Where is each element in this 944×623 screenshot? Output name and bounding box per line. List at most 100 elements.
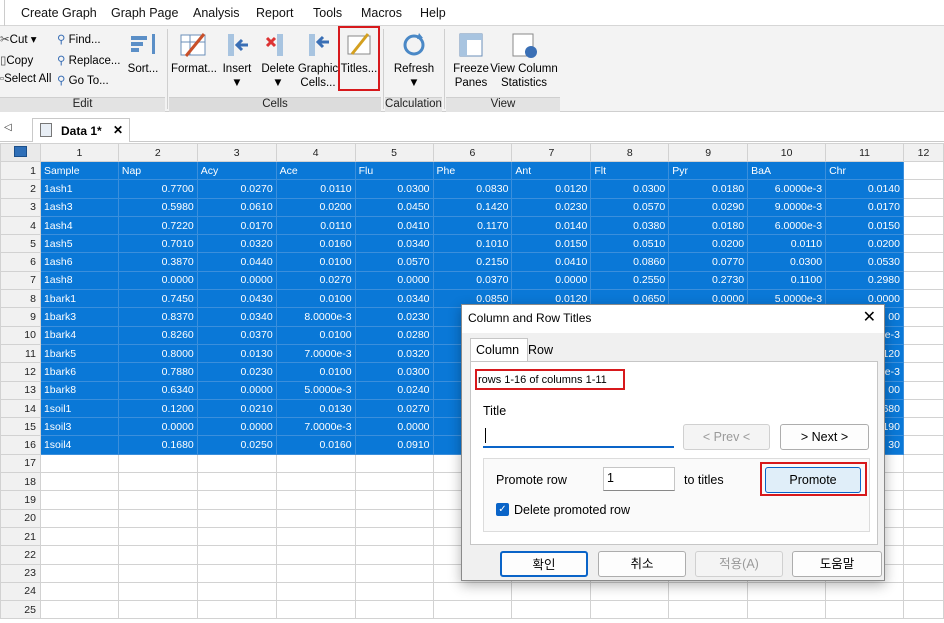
table-cell[interactable] (902, 398, 944, 419)
table-cell[interactable]: 0.3870 (117, 252, 198, 272)
table-cell[interactable]: 1bark3 (39, 307, 119, 327)
column-header[interactable]: 10 (747, 143, 827, 162)
table-cell[interactable] (747, 600, 827, 620)
table-cell[interactable]: 0.0180 (668, 215, 749, 236)
table-cell[interactable]: 0.0370 (432, 270, 513, 291)
tab-column[interactable]: Column (470, 338, 528, 362)
table-cell[interactable]: 0.7450 (117, 289, 198, 309)
table-cell[interactable]: 1bark8 (39, 380, 119, 400)
table-cell[interactable] (354, 508, 434, 528)
promote-button[interactable]: Promote (765, 467, 861, 493)
table-cell[interactable] (275, 472, 356, 492)
table-cell[interactable] (39, 581, 119, 602)
table-cell[interactable]: 0.0570 (590, 197, 670, 217)
table-cell[interactable] (196, 472, 277, 492)
table-cell[interactable]: 0.0110 (747, 234, 827, 254)
table-cell[interactable]: 0.0200 (668, 234, 749, 254)
table-cell[interactable] (902, 252, 944, 272)
table-cell[interactable]: 0.0410 (511, 252, 592, 272)
view-column-statistics-button[interactable]: View Column Statistics (490, 30, 558, 90)
table-cell[interactable]: 0.7700 (117, 179, 198, 199)
table-cell[interactable]: 1ash6 (39, 252, 119, 272)
table-cell[interactable]: 0.0610 (196, 197, 277, 217)
table-cell[interactable]: 0.0270 (196, 179, 277, 199)
table-cell[interactable]: 0.0000 (354, 417, 434, 437)
table-cell[interactable] (825, 600, 904, 620)
column-header[interactable]: 5 (354, 143, 434, 162)
table-cell[interactable]: 0.0340 (354, 289, 434, 309)
table-cell[interactable] (902, 343, 944, 364)
table-cell[interactable] (590, 600, 670, 620)
row-header[interactable]: 12 (0, 362, 41, 382)
table-cell[interactable]: BaA (747, 160, 827, 181)
table-cell[interactable] (902, 362, 944, 382)
table-cell[interactable] (432, 581, 513, 602)
menu-macros[interactable]: Macros (361, 6, 402, 20)
next-button[interactable]: > Next > (780, 424, 869, 450)
table-cell[interactable]: 0.0410 (354, 215, 434, 236)
table-cell[interactable]: 0.1170 (432, 215, 513, 236)
table-cell[interactable] (117, 545, 198, 565)
table-cell[interactable]: 1soil3 (39, 417, 119, 437)
row-header[interactable]: 22 (0, 545, 41, 565)
table-cell[interactable] (902, 600, 944, 620)
table-cell[interactable] (902, 435, 944, 455)
table-cell[interactable] (902, 215, 944, 236)
row-header[interactable]: 6 (0, 252, 41, 272)
table-cell[interactable] (354, 490, 434, 510)
table-cell[interactable]: 1ash3 (39, 197, 119, 217)
table-cell[interactable] (432, 600, 513, 620)
table-cell[interactable]: 6.0000e-3 (747, 215, 827, 236)
row-header[interactable]: 8 (0, 289, 41, 309)
table-cell[interactable] (196, 453, 277, 474)
table-cell[interactable]: 0.8260 (117, 325, 198, 345)
table-cell[interactable]: 0.0130 (196, 343, 277, 364)
table-cell[interactable] (590, 581, 670, 602)
table-cell[interactable] (668, 581, 749, 602)
tab-nav-left-icon[interactable]: ◁ (4, 122, 12, 133)
table-cell[interactable]: 0.0450 (354, 197, 434, 217)
table-cell[interactable]: 0.0530 (825, 252, 904, 272)
table-cell[interactable] (196, 508, 277, 528)
table-cell[interactable]: 6.0000e-3 (747, 179, 827, 199)
table-cell[interactable]: 0.0230 (354, 307, 434, 327)
table-cell[interactable] (117, 472, 198, 492)
table-cell[interactable] (117, 508, 198, 528)
table-cell[interactable] (902, 325, 944, 345)
column-header[interactable]: 1 (39, 143, 119, 162)
table-cell[interactable] (902, 453, 944, 474)
column-header[interactable]: 11 (825, 143, 904, 162)
table-cell[interactable] (902, 289, 944, 309)
row-header[interactable]: 3 (0, 197, 41, 217)
table-cell[interactable] (117, 600, 198, 620)
goto-button[interactable]: ⚲ Go To... (57, 73, 109, 87)
promote-row-input[interactable]: 1 (603, 467, 675, 491)
table-cell[interactable] (117, 526, 198, 547)
table-cell[interactable]: 0.0000 (196, 417, 277, 437)
row-header[interactable]: 16 (0, 435, 41, 455)
select-all-corner[interactable] (0, 143, 41, 162)
row-header[interactable]: 14 (0, 398, 41, 419)
table-cell[interactable]: 0.0200 (275, 197, 356, 217)
table-cell[interactable] (275, 526, 356, 547)
table-cell[interactable]: 0.0910 (354, 435, 434, 455)
table-cell[interactable] (902, 581, 944, 602)
column-header[interactable]: 7 (511, 143, 592, 162)
row-header[interactable]: 23 (0, 563, 41, 583)
table-cell[interactable] (354, 526, 434, 547)
table-cell[interactable] (39, 526, 119, 547)
titles-button[interactable]: Titles... (340, 30, 378, 76)
table-cell[interactable]: 0.0100 (275, 252, 356, 272)
table-cell[interactable] (275, 490, 356, 510)
table-cell[interactable]: 0.0140 (825, 179, 904, 199)
table-cell[interactable]: 0.0300 (590, 179, 670, 199)
table-cell[interactable] (275, 581, 356, 602)
table-cell[interactable]: Phe (432, 160, 513, 181)
table-cell[interactable]: 1ash8 (39, 270, 119, 291)
table-cell[interactable] (39, 545, 119, 565)
insert-button[interactable]: Insert ▼ (217, 30, 257, 90)
table-cell[interactable]: 0.0430 (196, 289, 277, 309)
table-cell[interactable] (39, 508, 119, 528)
table-cell[interactable]: 0.0570 (354, 252, 434, 272)
table-cell[interactable]: 1ash5 (39, 234, 119, 254)
